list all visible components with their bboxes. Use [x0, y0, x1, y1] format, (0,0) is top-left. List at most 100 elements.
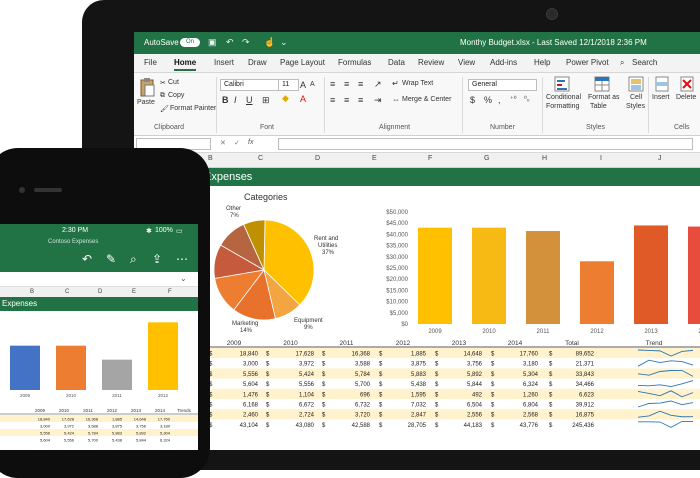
table-cell: 3,720 [355, 413, 371, 419]
more-icon[interactable]: ⋯ [176, 252, 188, 266]
fill-color-icon[interactable]: ◆ [282, 93, 289, 104]
format-as-table-button[interactable]: Format as [588, 94, 620, 101]
redo-icon[interactable]: ↷ [242, 37, 250, 48]
align-left-icon[interactable]: ≡ [330, 95, 335, 105]
italic-icon[interactable]: I [234, 95, 237, 105]
pie-chart[interactable] [213, 219, 315, 321]
comma-icon[interactable]: , [498, 95, 501, 105]
copy-button[interactable]: Copy [168, 92, 184, 99]
increase-font-icon[interactable]: A [300, 80, 306, 90]
tab-insert[interactable]: Insert [214, 58, 234, 67]
paste-button[interactable]: Paste [137, 99, 155, 106]
phone-formula-row[interactable]: ⌄ [0, 272, 198, 287]
delete-cells-button[interactable]: Delete [676, 94, 696, 101]
align-top-icon[interactable]: ≡ [330, 79, 335, 89]
tab-add-ins[interactable]: Add-ins [490, 58, 517, 67]
font-size-select[interactable]: 11 [278, 79, 299, 91]
indent-icon[interactable]: ⇥ [374, 95, 382, 106]
column-header[interactable]: C [65, 289, 69, 295]
cut-button[interactable]: Cut [168, 79, 179, 86]
column-header[interactable]: D [315, 155, 320, 162]
align-center-icon[interactable]: ≡ [344, 95, 349, 105]
conditional-formatting-button[interactable]: Conditional [546, 94, 581, 101]
bold-icon[interactable]: B [222, 95, 229, 105]
bar [634, 225, 668, 324]
copy-icon[interactable]: ⧉ [160, 92, 165, 100]
column-header[interactable]: C [258, 155, 263, 162]
conditional-formatting-icon[interactable] [554, 76, 570, 92]
undo-icon[interactable]: ↶ [82, 252, 92, 266]
search-box[interactable]: Search [632, 58, 657, 67]
column-header[interactable]: G [484, 155, 489, 162]
column-header[interactable]: B [208, 155, 213, 162]
x-tick-label: 2009 [428, 329, 442, 335]
percent-icon[interactable]: % [484, 95, 492, 105]
increase-decimal-icon[interactable]: ⁺⁰ [510, 95, 517, 103]
customize-icon[interactable]: ⌄ [280, 37, 288, 48]
touch-mode-icon[interactable]: ☝ [264, 37, 275, 48]
column-header[interactable]: B [30, 289, 34, 295]
insert-function-icon[interactable]: fx [248, 139, 253, 146]
column-header[interactable]: E [132, 289, 136, 295]
underline-icon[interactable]: U [246, 95, 253, 105]
format-as-table-icon[interactable] [594, 76, 610, 92]
paste-icon[interactable] [139, 77, 155, 97]
borders-icon[interactable]: ⊞ [262, 95, 270, 106]
table-row [204, 409, 700, 420]
undo-icon[interactable]: ↶ [226, 37, 234, 48]
number-format-select[interactable]: General [468, 79, 537, 91]
cancel-icon[interactable]: ✕ [220, 139, 226, 147]
cell-styles-icon[interactable] [628, 76, 644, 92]
cut-icon[interactable]: ✂ [160, 79, 166, 87]
bar [418, 227, 452, 324]
column-header[interactable]: F [168, 289, 172, 295]
tab-help[interactable]: Help [534, 58, 550, 67]
formula-input[interactable] [278, 138, 693, 150]
font-name-select[interactable]: Calibri [220, 79, 279, 91]
search-icon[interactable]: ⌕ [620, 58, 624, 68]
align-right-icon[interactable]: ≡ [358, 95, 363, 105]
search-icon[interactable]: ⌕ [130, 252, 137, 267]
column-header[interactable]: J [658, 155, 662, 162]
share-icon[interactable]: ⇪ [152, 252, 162, 266]
cell-styles-button[interactable]: Cell [630, 94, 642, 101]
insert-cells-button[interactable]: Insert [652, 94, 670, 101]
tab-draw[interactable]: Draw [248, 58, 267, 67]
autosave-toggle[interactable]: On [180, 38, 200, 47]
delete-cells-icon[interactable] [680, 76, 694, 92]
bar-chart[interactable]: $0 $5,000 $10,000 $15,000 $20,000 $25,000 $30,… [386, 210, 700, 335]
tab-page-layout[interactable]: Page Layout [280, 58, 325, 67]
align-middle-icon[interactable]: ≡ [344, 79, 349, 89]
table-row [204, 358, 700, 369]
tab-home[interactable]: Home [174, 58, 197, 71]
column-header[interactable]: I [600, 155, 602, 162]
column-header[interactable]: D [98, 289, 102, 295]
font-color-icon[interactable]: A [300, 94, 306, 104]
tab-data[interactable]: Data [388, 58, 405, 67]
format-painter-icon[interactable]: 🖌 [160, 105, 169, 113]
draw-pen-icon[interactable]: ✎ [106, 252, 116, 266]
tab-power-pivot[interactable]: Power Pivot [566, 58, 609, 67]
column-header[interactable]: H [542, 155, 547, 162]
enter-icon[interactable]: ✓ [234, 139, 240, 147]
chevron-down-icon[interactable]: ⌄ [180, 274, 187, 283]
orientation-icon[interactable]: ↗ [374, 79, 382, 90]
phone-bar-chart[interactable]: 2009 2010 2011 2012 [10, 322, 178, 398]
tab-file[interactable]: File [144, 58, 157, 67]
format-painter-button[interactable]: Format Painter [170, 105, 216, 112]
merge-center-button[interactable]: Merge & Center [402, 96, 451, 103]
wrap-text-icon[interactable]: ↵ [392, 79, 399, 88]
tab-view[interactable]: View [458, 58, 475, 67]
currency-icon[interactable]: $ [470, 95, 475, 105]
wrap-text-button[interactable]: Wrap Text [402, 80, 433, 87]
insert-cells-icon[interactable] [655, 76, 669, 92]
decrease-decimal-icon[interactable]: ⁰₀ [524, 95, 530, 103]
column-header[interactable]: E [372, 155, 377, 162]
column-header[interactable]: F [428, 155, 432, 162]
align-bottom-icon[interactable]: ≡ [358, 79, 363, 89]
merge-icon[interactable]: ⇔ [392, 95, 400, 104]
tab-review[interactable]: Review [418, 58, 444, 67]
decrease-font-icon[interactable]: A [310, 81, 315, 88]
tab-formulas[interactable]: Formulas [338, 58, 371, 67]
save-icon[interactable]: ▣ [208, 37, 217, 48]
